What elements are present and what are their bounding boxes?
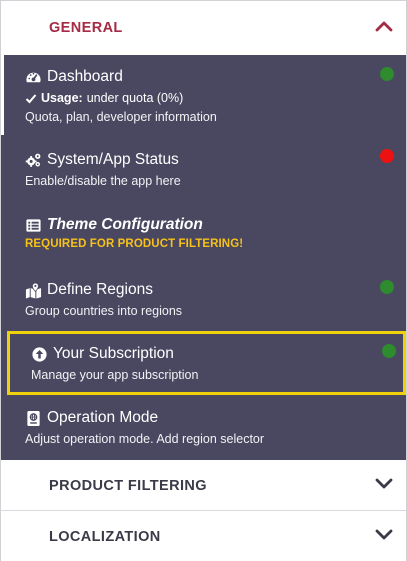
section-title-localization: LOCALIZATION [49,529,161,545]
status-indicator-green [380,280,394,294]
check-icon [25,93,37,103]
menu-item-title: Define Regions [47,281,153,298]
usage-value: under quota (0%) [86,91,184,105]
menu-item-system-status[interactable]: System/App Status Enable/disable the app… [1,146,406,196]
menu-item-dashboard[interactable]: Dashboard Usage: under quota (0%) Quota,… [1,55,406,135]
menu-item-title: Your Subscription [53,345,174,362]
menu-item-title: Theme Configuration [47,216,203,233]
section-title-general: GENERAL [49,20,123,36]
menu-item-description: Group countries into regions [25,304,183,318]
menu-item-title: Operation Mode [47,409,159,426]
menu-item-operation-mode[interactable]: Operation Mode Adjust operation mode. Ad… [1,406,406,451]
list-alt-icon [26,218,41,232]
menu-item-title: System/App Status [47,151,179,168]
required-warning: REQUIRED FOR PRODUCT FILTERING! [25,238,244,250]
section-header-localization[interactable]: LOCALIZATION [1,511,406,561]
gears-icon [25,153,41,167]
chevron-down-icon[interactable] [374,527,394,541]
menu-item-description: Manage your app subscription [31,368,199,382]
arrow-circle-up-icon [32,346,47,362]
map-marked-icon [25,282,42,299]
active-indicator [1,55,4,135]
status-indicator-red [380,149,394,163]
section-header-product-filtering[interactable]: PRODUCT FILTERING [1,460,406,511]
status-indicator-green [380,67,394,81]
menu-item-description: Enable/disable the app here [25,174,181,188]
usage-label: Usage: [41,91,83,105]
section-header-general[interactable]: GENERAL [1,1,406,55]
menu-item-theme-configuration[interactable]: Theme Configuration REQUIRED FOR PRODUCT… [1,214,406,259]
section-title-product-filtering: PRODUCT FILTERING [49,478,207,494]
menu-item-subscription[interactable]: Your Subscription Manage your app subscr… [7,331,406,395]
menu-item-description: Adjust operation mode. Add region select… [25,432,265,446]
speedometer-icon [26,72,41,82]
settings-menu-panel: GENERAL Dashboard Usage: under quota (0%… [0,0,407,561]
chevron-down-icon[interactable] [374,476,394,490]
passport-icon [27,410,40,426]
status-indicator-green [382,344,396,358]
menu-item-title: Dashboard [47,68,123,85]
menu-item-define-regions[interactable]: Define Regions Group countries into regi… [1,278,406,323]
menu-item-description: Quota, plan, developer information [25,110,217,124]
chevron-up-icon[interactable] [374,19,394,33]
